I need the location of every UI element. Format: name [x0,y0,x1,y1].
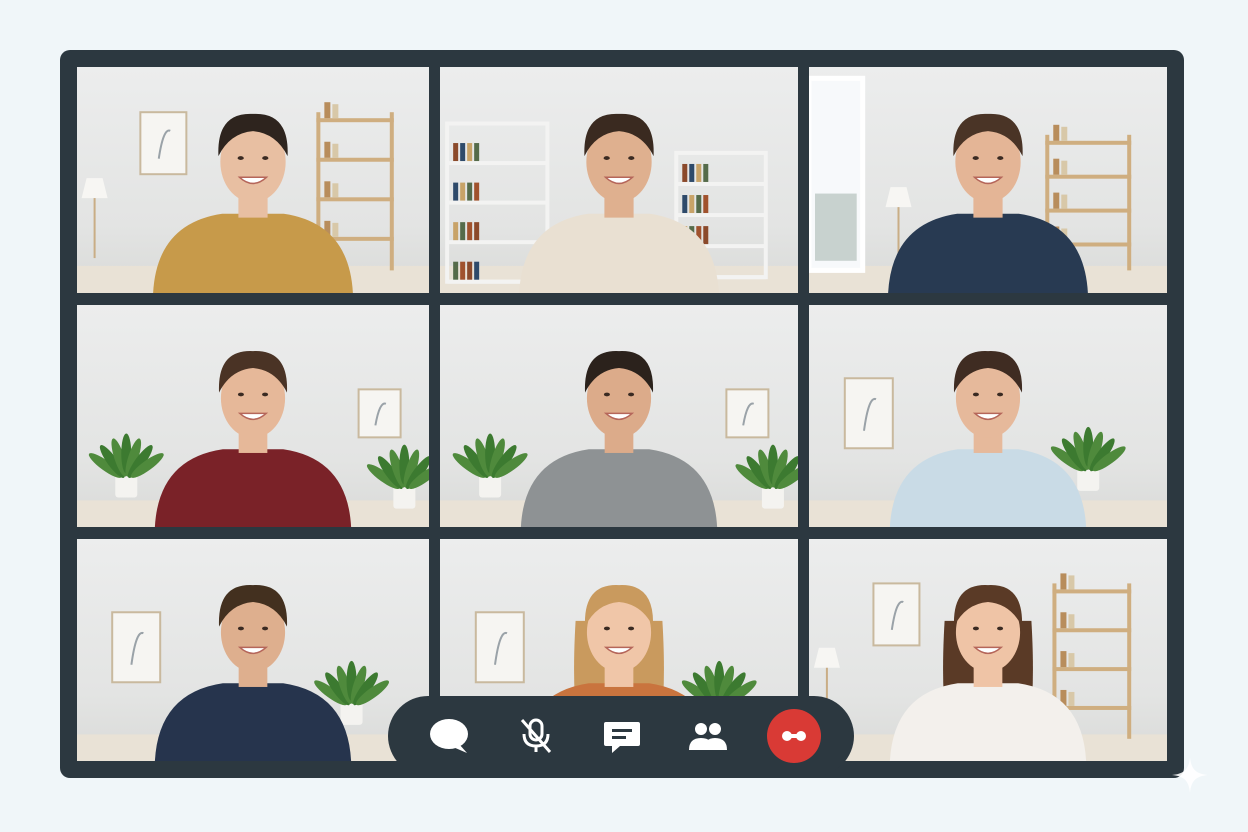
video-feed [809,350,1167,527]
shirt [154,683,352,761]
shirt [889,449,1087,527]
participant-video-tile[interactable] [809,539,1167,761]
participant-video-tile[interactable] [77,67,429,293]
end-call-button[interactable] [766,709,821,763]
microphone-muted-icon [518,716,554,756]
shirt [889,683,1087,761]
wall-art [474,611,525,684]
participant-video-tile[interactable] [809,67,1167,293]
video-feed [440,350,798,527]
sparkle-icon [1172,757,1208,793]
participant-figure [154,350,352,527]
plant-decor [735,444,798,509]
window [809,75,866,273]
video-feed [77,584,429,761]
participant-grid [77,67,1167,761]
participant-video-tile[interactable] [440,67,798,293]
participant-video-tile[interactable] [809,305,1167,527]
wall-art [725,388,770,439]
wall-art [872,582,921,647]
message-icon [602,716,642,756]
shirt [154,449,352,527]
microphone-muted-button[interactable] [508,708,564,764]
shirt [153,213,353,293]
shirt [888,213,1088,293]
participant-figure [889,350,1087,527]
participant-figure [154,584,352,761]
plant-decor [452,433,528,498]
call-controls-toolbar [388,696,854,776]
video-feed [809,75,1167,293]
chat-bubble-icon [427,716,471,756]
chat-bubble-button[interactable] [421,708,477,764]
plant-decor [88,433,164,498]
wall-art [357,388,402,439]
end-call-icon [779,728,809,744]
video-feed [77,102,429,293]
lamp [81,178,108,259]
participant-video-tile[interactable] [77,305,429,527]
shirt [520,449,718,527]
participants-button[interactable] [680,708,736,764]
video-feed [809,573,1167,761]
message-button[interactable] [594,708,650,764]
wall-art [111,611,162,684]
video-feed [77,350,429,527]
plant-decor [366,444,429,509]
participant-video-tile[interactable] [440,305,798,527]
video-feed [440,113,798,293]
wall-art [139,111,188,176]
wall-art [843,377,894,450]
participants-icon [686,716,730,756]
participant-figure [520,350,718,527]
participant-video-tile[interactable] [77,539,429,761]
